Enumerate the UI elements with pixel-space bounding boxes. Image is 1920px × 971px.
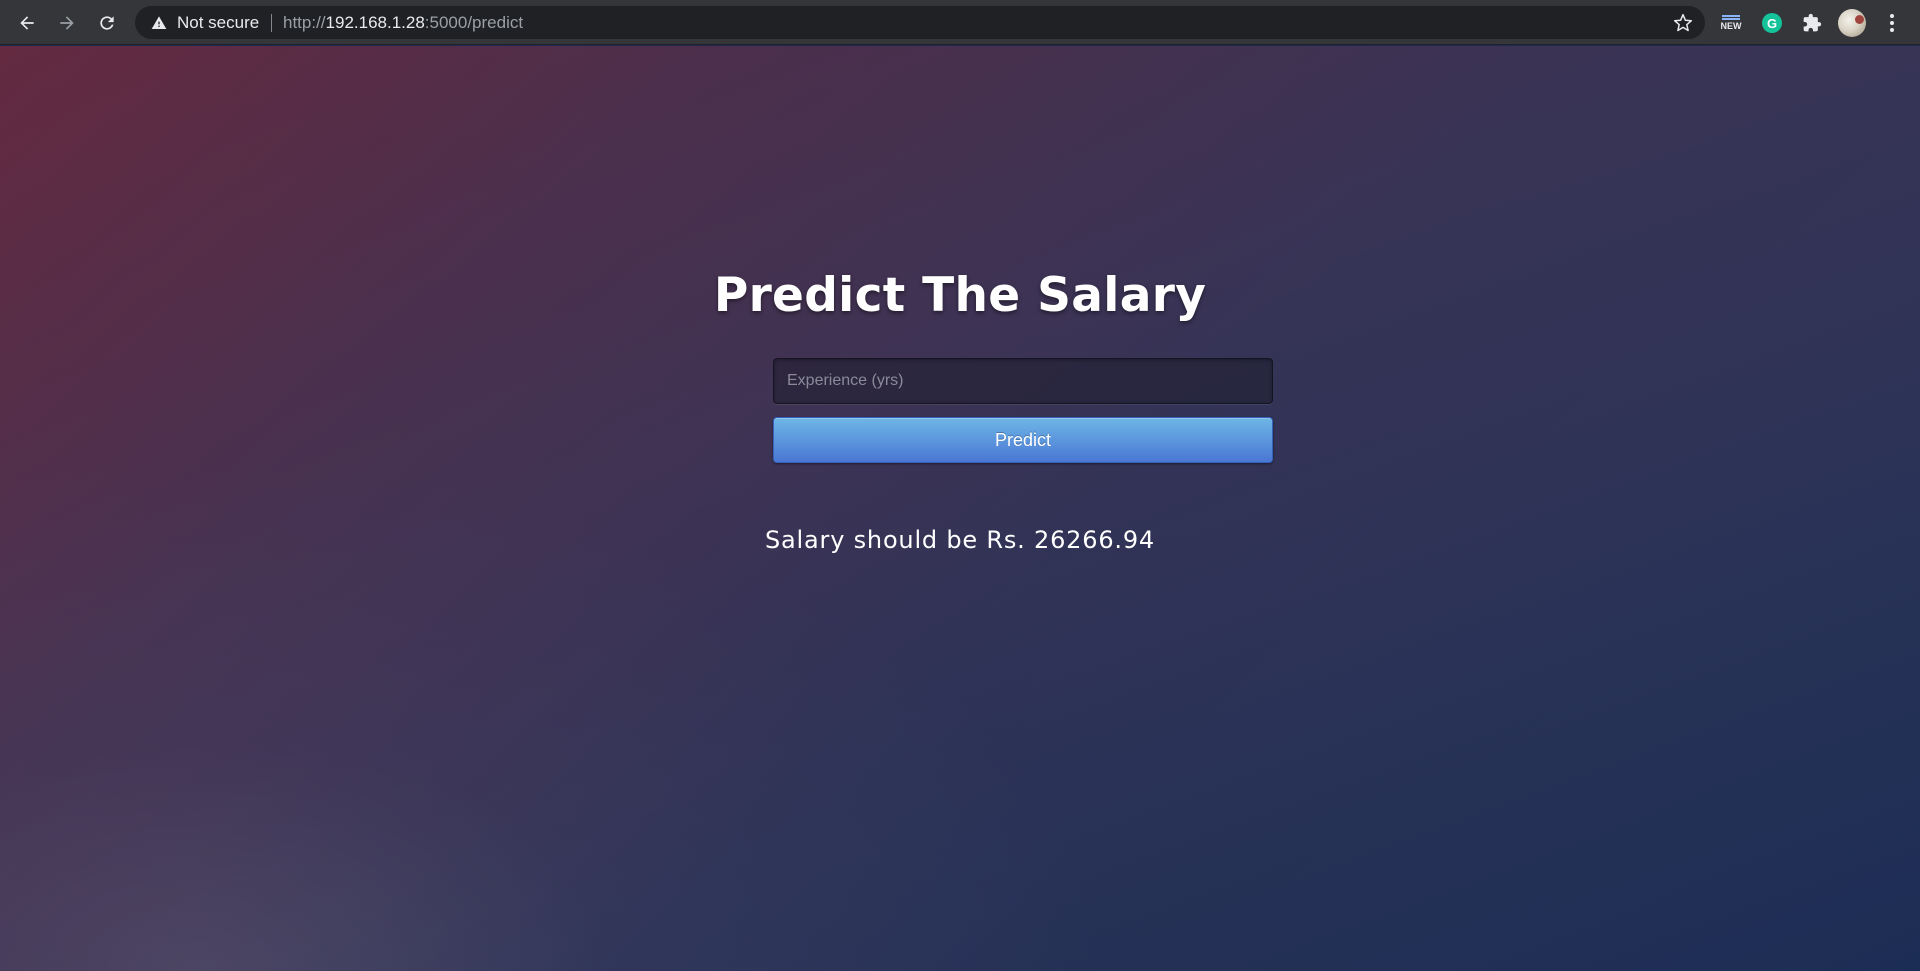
prediction-result: Salary should be Rs. 26266.94 [765,526,1155,554]
warning-icon [151,16,167,29]
url-text[interactable]: http://192.168.1.28:5000/predict [283,13,523,33]
profile-avatar[interactable] [1838,9,1866,37]
new-badge-label: NEW [1720,21,1742,31]
page-content: Predict The Salary Predict Salary should… [0,46,1920,971]
forward-button[interactable] [53,9,81,37]
kebab-menu-icon [1890,14,1894,32]
security-label[interactable]: Not secure [177,13,259,33]
news-icon [1722,15,1740,20]
page-title: Predict The Salary [713,268,1207,323]
star-icon[interactable] [1673,13,1693,33]
new-extension-button[interactable]: NEW [1717,11,1745,35]
experience-input[interactable] [773,358,1273,404]
reload-button[interactable] [93,9,121,37]
browser-menu-button[interactable] [1882,11,1902,35]
url-host: 192.168.1.28 [325,13,425,32]
address-bar[interactable]: Not secure http://192.168.1.28:5000/pred… [135,6,1705,39]
predict-button[interactable]: Predict [773,417,1273,463]
extensions-button[interactable] [1800,11,1824,35]
browser-toolbar: Not secure http://192.168.1.28:5000/pred… [0,0,1920,45]
forward-arrow-icon [60,16,74,30]
puzzle-icon [1803,13,1822,32]
url-scheme: http:// [283,13,326,32]
grammarly-extension-button[interactable]: G [1760,11,1784,35]
omnibox-divider [271,14,272,32]
back-button[interactable] [13,9,41,37]
back-arrow-icon [20,16,34,30]
grammarly-icon: G [1762,13,1782,33]
url-path: :5000/predict [424,13,524,32]
reload-icon [100,16,114,30]
